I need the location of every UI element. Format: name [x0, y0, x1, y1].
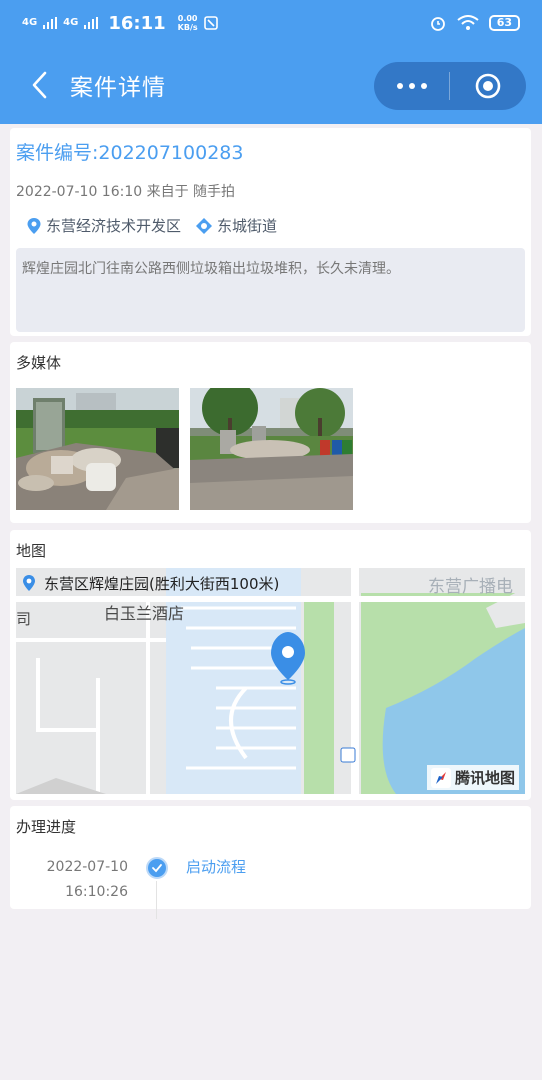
- map-label-hotel: 白玉兰酒店: [104, 604, 185, 623]
- case-description: 辉煌庄园北门往南公路西侧垃圾箱出垃圾堆积，长久未清理。: [16, 248, 525, 332]
- media-card: 多媒体: [10, 342, 531, 523]
- photo-garbage-image-2: [190, 388, 353, 510]
- target-close-icon: [475, 73, 501, 99]
- case-meta: 2022-07-10 16:10 来自于 随手拍: [16, 184, 236, 200]
- nfc-icon: [203, 16, 218, 30]
- map-view[interactable]: 东营区辉煌庄园(胜利大街西100米) 白玉兰酒店 东营广播电 司 腾讯地图: [16, 568, 525, 794]
- more-dots-icon: [408, 83, 415, 89]
- map-title: 地图: [16, 542, 47, 560]
- more-dots-icon: [420, 83, 427, 89]
- map-provider-logo: 腾讯地图: [426, 765, 519, 790]
- status-bar: 4G 4G 16:11 0.00 KB/s 63: [0, 0, 542, 46]
- case-info-card: 案件编号:202207100283 2022-07-10 16:10 来自于 随…: [10, 128, 531, 336]
- map-address: 东营区辉煌庄园(胜利大街西100米): [22, 568, 279, 598]
- media-photo-1[interactable]: [16, 388, 179, 510]
- mini-program-capsule: [374, 62, 526, 110]
- signal-icon: [43, 17, 58, 29]
- progress-datetime: 2022-07-10 16:10:26: [16, 855, 128, 905]
- more-button[interactable]: [374, 83, 449, 89]
- media-title: 多媒体: [16, 354, 62, 372]
- network-indicator-2: 4G: [63, 17, 79, 28]
- map-label-broadcast: 东营广播电: [428, 577, 513, 597]
- wifi-icon: [457, 15, 479, 30]
- location-pin-icon: [27, 217, 41, 234]
- page-title: 案件详情: [70, 75, 166, 101]
- street-tag: 东城街道: [195, 215, 277, 236]
- map-provider-label: 腾讯地图: [454, 769, 515, 787]
- progress-step-label: 启动流程: [186, 858, 247, 876]
- map-address-label: 东营区辉煌庄园(胜利大街西100米): [44, 574, 280, 593]
- map-card: 地图 东营区辉煌庄园(胜利大街西100米) 白玉兰酒店 东营广播电 司 腾讯地图: [10, 530, 531, 800]
- street-diamond-icon: [196, 217, 213, 234]
- net-speed: 0.00 KB/s: [177, 14, 198, 32]
- map-canvas: [16, 568, 525, 794]
- network-indicator-1: 4G: [22, 17, 38, 28]
- case-number: 案件编号:202207100283: [16, 142, 244, 164]
- progress-time: 16:10:26: [65, 884, 128, 900]
- battery-level: 63: [488, 15, 520, 31]
- top-bar: 4G 4G 16:11 0.00 KB/s 63 案件详情: [0, 0, 542, 124]
- map-pin-icon: [23, 575, 35, 591]
- progress-line: [156, 881, 157, 919]
- progress-card: 办理进度 2022-07-10 16:10:26 启动流程: [10, 806, 531, 919]
- progress-date: 2022-07-10: [46, 859, 128, 875]
- status-time: 16:11: [108, 12, 166, 34]
- map-label-left: 司: [16, 610, 32, 628]
- media-photo-2[interactable]: [190, 388, 353, 510]
- more-dots-icon: [396, 83, 403, 89]
- progress-title: 办理进度: [16, 818, 77, 836]
- street-label: 东城街道: [217, 217, 278, 235]
- close-button[interactable]: [450, 72, 526, 100]
- district-tag: 东营经济技术开发区: [26, 215, 181, 236]
- alarm-icon: [430, 17, 445, 31]
- compass-logo-icon: [430, 767, 451, 788]
- back-button[interactable]: [16, 62, 62, 108]
- chevron-left-icon: [32, 71, 47, 99]
- check-icon: [146, 857, 168, 879]
- district-label: 东营经济技术开发区: [46, 217, 182, 235]
- signal-icon: [84, 17, 99, 29]
- photo-garbage-image-1: [16, 388, 179, 510]
- progress-step: 2022-07-10 16:10:26 启动流程: [16, 855, 525, 919]
